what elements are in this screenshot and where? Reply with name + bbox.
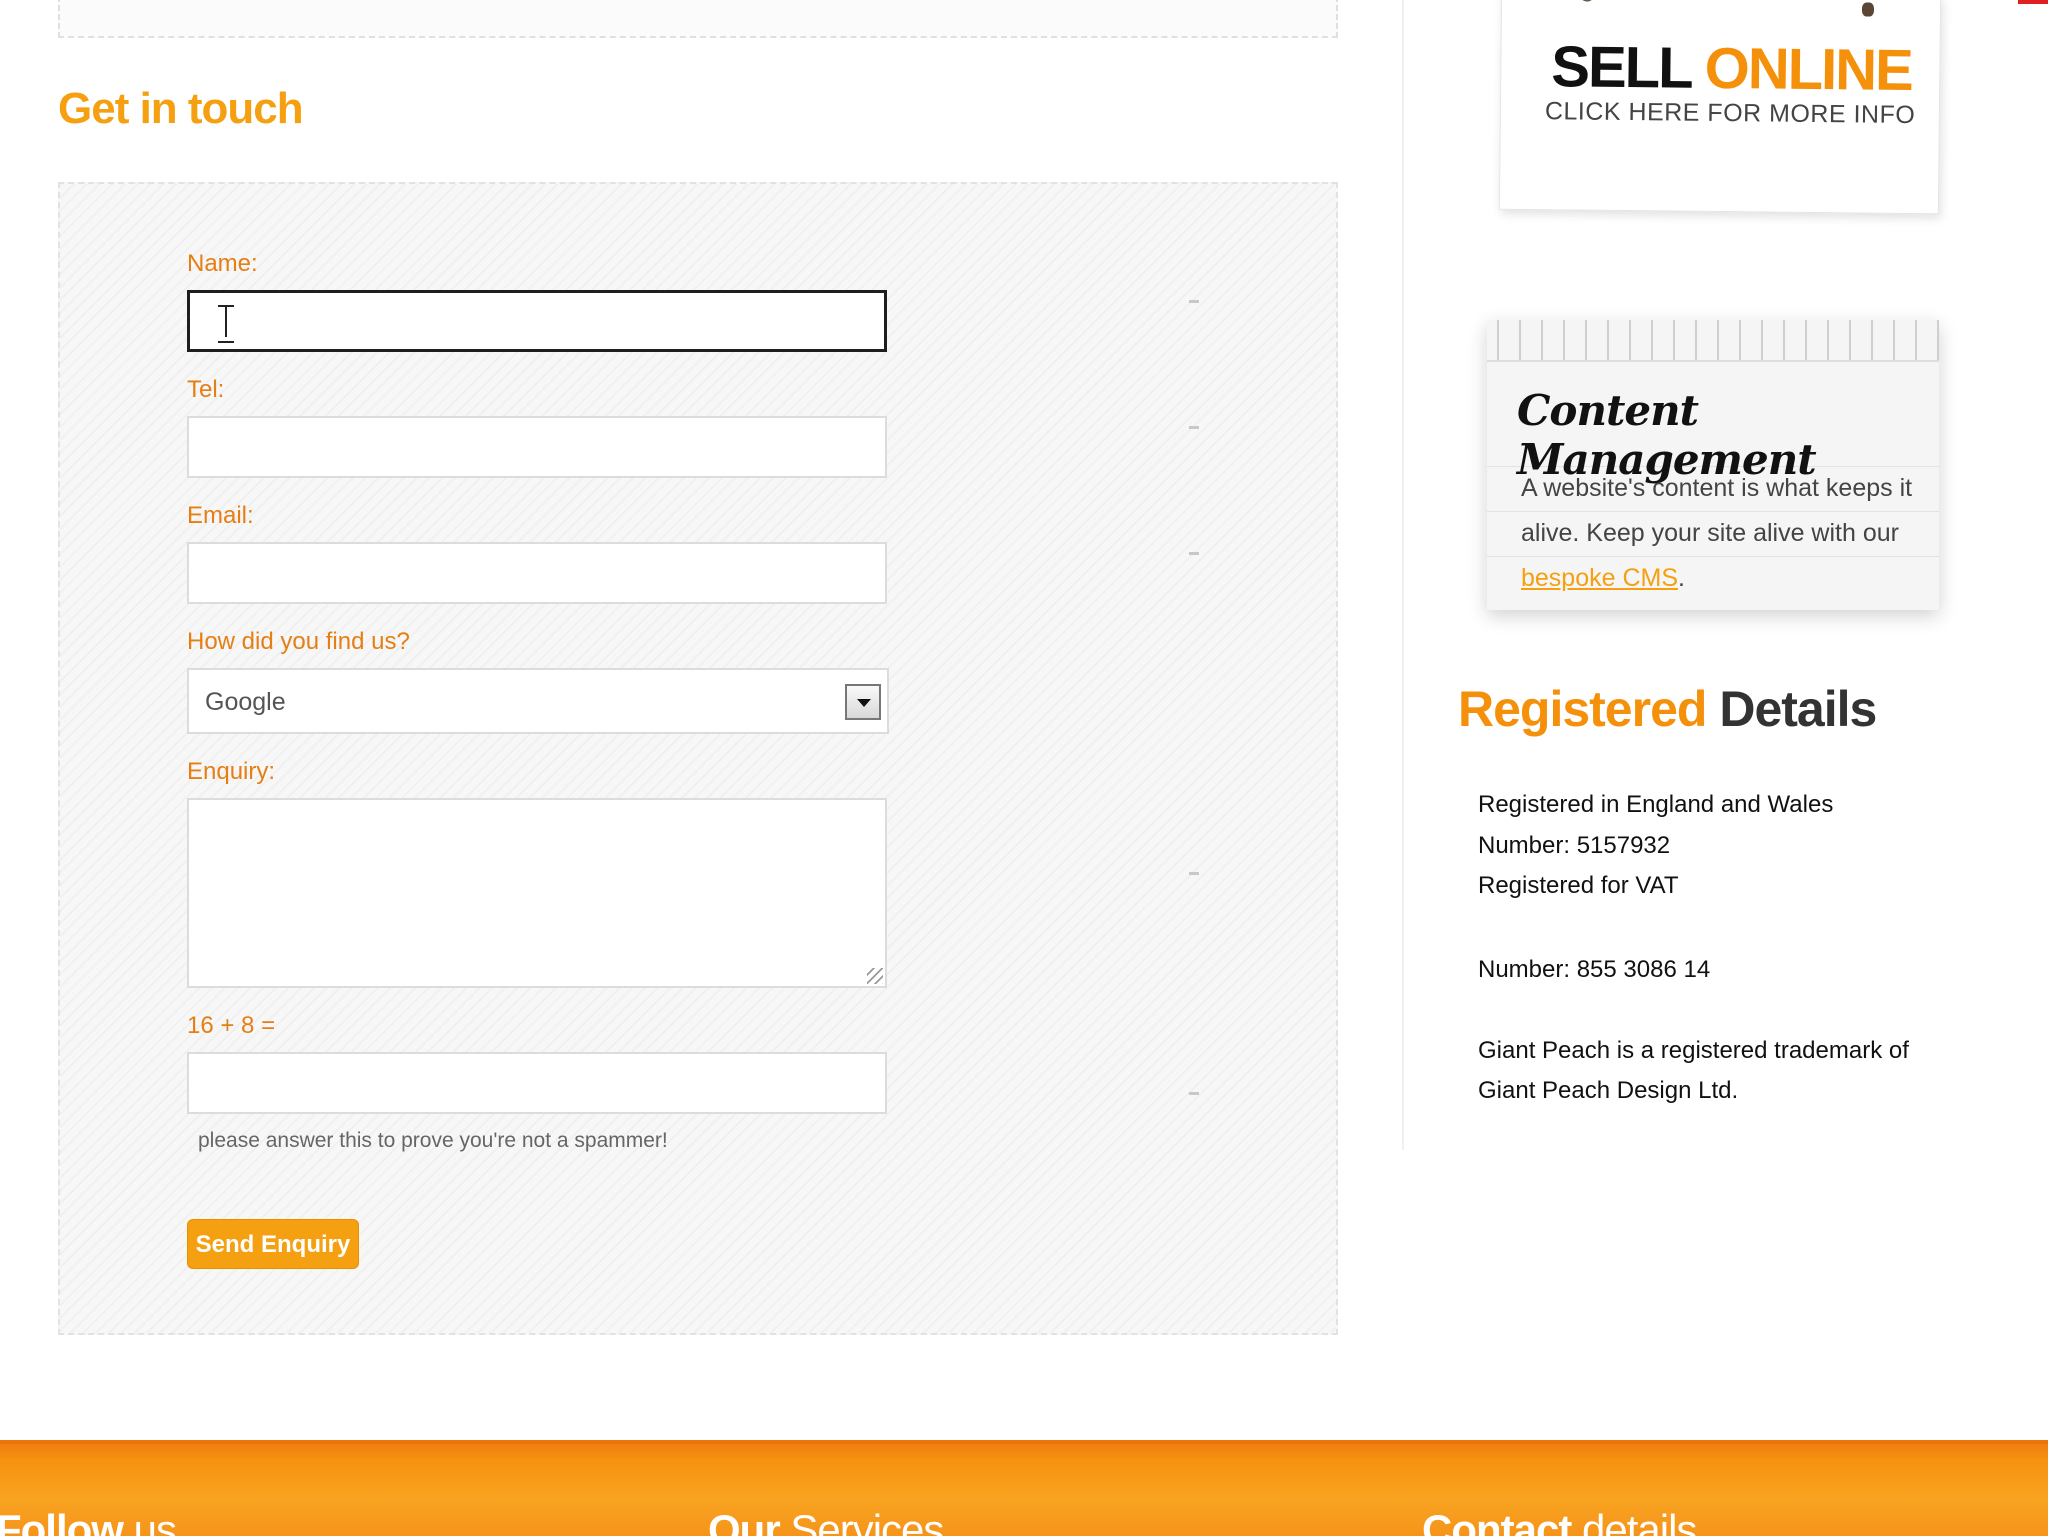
name-label: Name: <box>187 250 258 277</box>
tel-label: Tel: <box>187 376 225 403</box>
footer-contact-heading: Contact details <box>1422 1506 1697 1536</box>
resize-grip-icon[interactable] <box>867 968 883 984</box>
registered-line: Giant Peach Design Ltd. <box>1478 1077 1739 1104</box>
footer-follow-heading: Follow us <box>0 1506 177 1536</box>
source-label: How did you find us? <box>187 628 410 655</box>
captcha-label: 16 + 8 = <box>187 1012 276 1039</box>
enquiry-textarea[interactable] <box>187 798 887 988</box>
send-enquiry-button[interactable]: Send Enquiry <box>187 1219 359 1269</box>
cms-note-card: Content Management A website's content i… <box>1487 320 1939 610</box>
bespoke-cms-link[interactable]: bespoke CMS <box>1521 564 1678 592</box>
email-input[interactable] <box>187 542 887 604</box>
source-select-value: Google <box>205 688 286 716</box>
text-cursor-icon <box>218 305 234 343</box>
page-title: Get in touch <box>58 84 304 133</box>
enquiry-label: Enquiry: <box>187 758 276 785</box>
captcha-hint: please answer this to prove you're not a… <box>198 1129 668 1152</box>
field-marker <box>1189 1092 1199 1095</box>
registered-line: Number: 5157932 <box>1478 832 1671 859</box>
registered-line: Giant Peach is a registered trademark of <box>1478 1037 1909 1064</box>
registered-line: Number: 855 3086 14 <box>1478 956 1711 983</box>
registered-line: Registered for VAT <box>1478 872 1679 899</box>
sell-online-heading: SELL ONLINE <box>1551 34 1913 104</box>
cms-text: A website's content is what keeps it ali… <box>1521 474 1913 592</box>
field-marker <box>1189 552 1199 555</box>
footer-services-heading: Our Services <box>708 1506 944 1536</box>
email-label: Email: <box>187 502 254 529</box>
name-input[interactable] <box>187 290 887 352</box>
field-marker <box>1189 300 1199 303</box>
chevron-down-icon[interactable] <box>845 684 881 720</box>
column-divider <box>1402 0 1404 1150</box>
notepad-spiral <box>1487 320 1939 362</box>
sell-online-banner[interactable]: SELL ONLINE CLICK HERE FOR MORE INFO <box>1498 0 1942 215</box>
registered-line: Registered in England and Wales <box>1478 791 1834 818</box>
previous-section-strip <box>58 0 1338 38</box>
pin-icon <box>1861 2 1875 17</box>
field-marker <box>1189 872 1199 875</box>
captcha-input[interactable] <box>187 1052 887 1114</box>
corner-marker <box>2018 0 2048 4</box>
site-footer: Follow us Our Services Contact details <box>0 1440 2048 1536</box>
registered-details-title: Registered Details <box>1458 681 1877 737</box>
source-select[interactable]: Google <box>187 668 889 734</box>
tel-input[interactable] <box>187 416 887 478</box>
pin-icon <box>1582 0 1593 2</box>
sell-online-subtext: CLICK HERE FOR MORE INFO <box>1544 97 1916 130</box>
field-marker <box>1189 426 1199 429</box>
